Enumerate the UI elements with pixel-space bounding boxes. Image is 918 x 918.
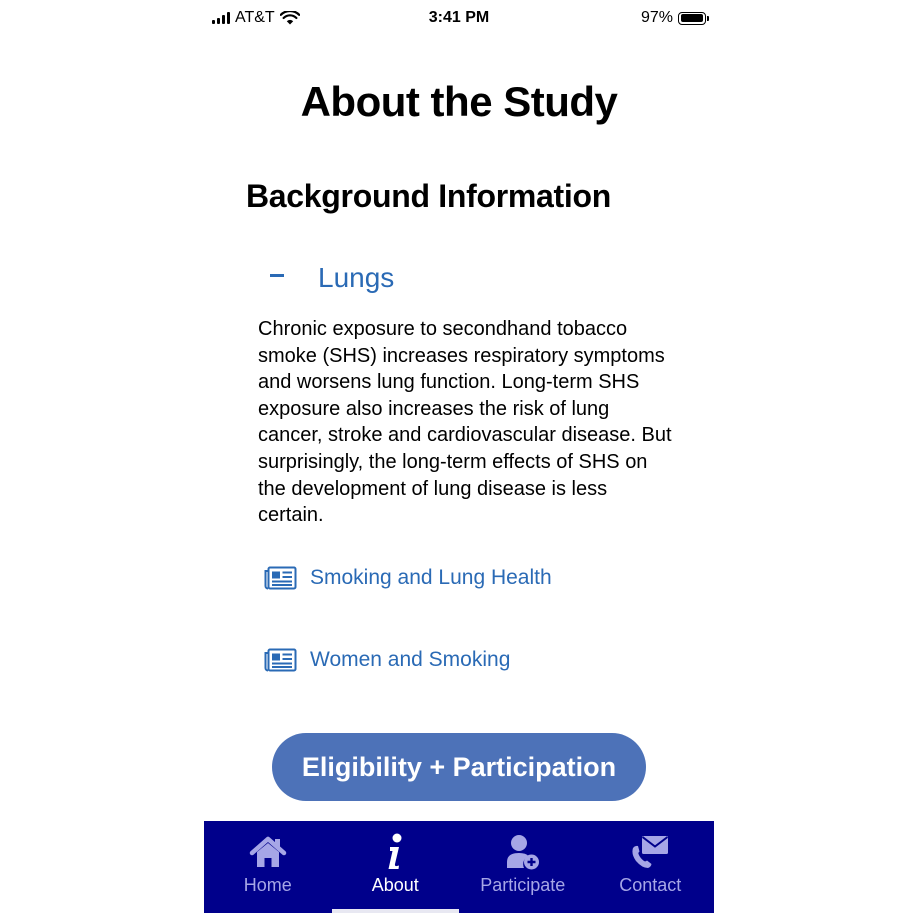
battery-percent: 97% — [640, 9, 673, 26]
contact-mail-icon[interactable] — [630, 833, 670, 871]
accordion-label[interactable]: Lungs — [318, 262, 394, 294]
battery-cap — [707, 16, 709, 21]
link-label[interactable]: Smoking and Lung Health — [310, 566, 552, 590]
tab-participate[interactable]: Participate — [459, 821, 587, 913]
newspaper-icon — [264, 648, 297, 672]
tab-label[interactable]: Contact — [619, 875, 681, 896]
tab-about[interactable]: About — [331, 821, 459, 913]
link-smoking-lung-health[interactable]: Smoking and Lung Health — [264, 566, 552, 590]
accordion-body-text: Chronic exposure to secondhand tobacco s… — [258, 318, 672, 527]
tab-label[interactable]: About — [372, 875, 419, 896]
home-icon[interactable] — [249, 833, 287, 871]
add-user-icon[interactable] — [506, 833, 540, 871]
accordion-toggle-lungs[interactable]: Lungs — [270, 258, 394, 298]
link-women-and-smoking[interactable]: Women and Smoking — [264, 648, 510, 672]
page-title: About the Study — [300, 78, 618, 125]
info-icon[interactable] — [384, 833, 406, 871]
status-time: 3:41 PM — [428, 9, 490, 26]
minus-icon[interactable] — [270, 273, 284, 277]
battery-fill — [680, 14, 703, 22]
section-title: Background Information — [246, 178, 611, 214]
status-bar: AT&T 3:41 PM 97% — [204, 0, 714, 38]
link-label[interactable]: Women and Smoking — [310, 648, 510, 672]
battery-icon — [678, 11, 709, 25]
tab-contact[interactable]: Contact — [587, 821, 715, 913]
tab-home[interactable]: Home — [204, 821, 332, 913]
active-tab-indicator — [331, 909, 459, 913]
status-right: 97% — [640, 9, 709, 27]
newspaper-icon — [264, 566, 297, 590]
tab-label[interactable]: Home — [244, 875, 292, 896]
eligibility-participation-button[interactable]: Eligibility + Participation — [272, 733, 646, 801]
tab-bar: Home About Participate Contact — [204, 821, 714, 913]
tab-label[interactable]: Participate — [480, 875, 565, 896]
